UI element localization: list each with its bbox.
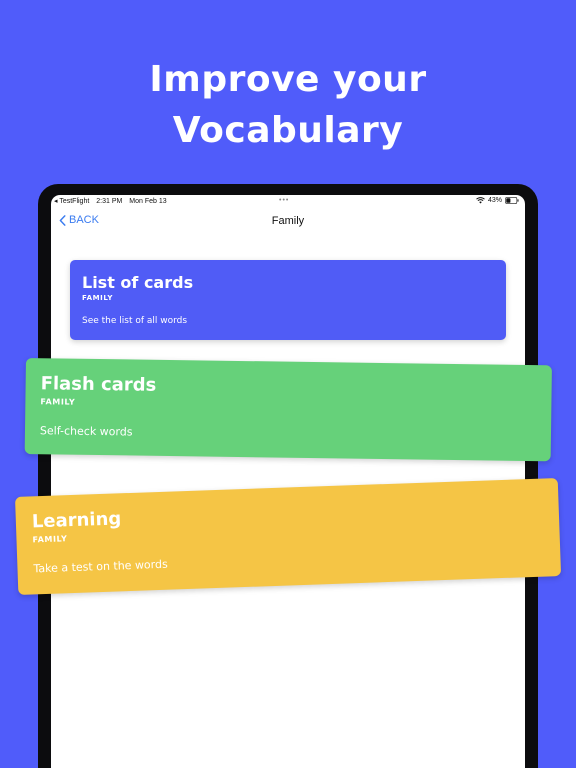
- status-time: 2:31 PM: [96, 198, 123, 205]
- card-description: Self-check words: [39, 424, 133, 439]
- list-of-cards-card[interactable]: List of cards FAMILY See the list of all…: [70, 260, 506, 340]
- learning-card[interactable]: Learning FAMILY Take a test on the words: [15, 478, 562, 595]
- status-bar: ◂ TestFlight 2:31 PM Mon Feb 13 ••• 43%: [51, 195, 525, 209]
- app-store-screenshot: Improve your Vocabulary ◂ TestFlight 2:3…: [0, 0, 576, 768]
- back-to-app-link[interactable]: ◂ TestFlight: [54, 198, 89, 205]
- multitasking-dots[interactable]: •••: [279, 197, 289, 204]
- battery-icon: [505, 197, 519, 204]
- card-description: See the list of all words: [82, 316, 188, 326]
- navigation-bar: BACK Family: [51, 211, 525, 233]
- status-date: Mon Feb 13: [129, 198, 167, 205]
- flash-cards-card[interactable]: Flash cards FAMILY Self-check words: [24, 358, 552, 462]
- battery-percent: 43%: [487, 197, 502, 204]
- status-bar-left: ◂ TestFlight 2:31 PM Mon Feb 13: [54, 197, 172, 205]
- wifi-icon: [476, 197, 485, 204]
- card-title: List of cards: [82, 273, 194, 292]
- status-bar-right: 43%: [476, 197, 519, 204]
- headline-line-2: Vocabulary: [172, 110, 404, 151]
- page-title: Family: [271, 215, 305, 227]
- headline-line-1: Improve your: [149, 59, 427, 100]
- card-category: FAMILY: [82, 294, 114, 302]
- card-description: Take a test on the words: [33, 557, 168, 576]
- promo-headline: Improve your Vocabulary: [0, 54, 576, 156]
